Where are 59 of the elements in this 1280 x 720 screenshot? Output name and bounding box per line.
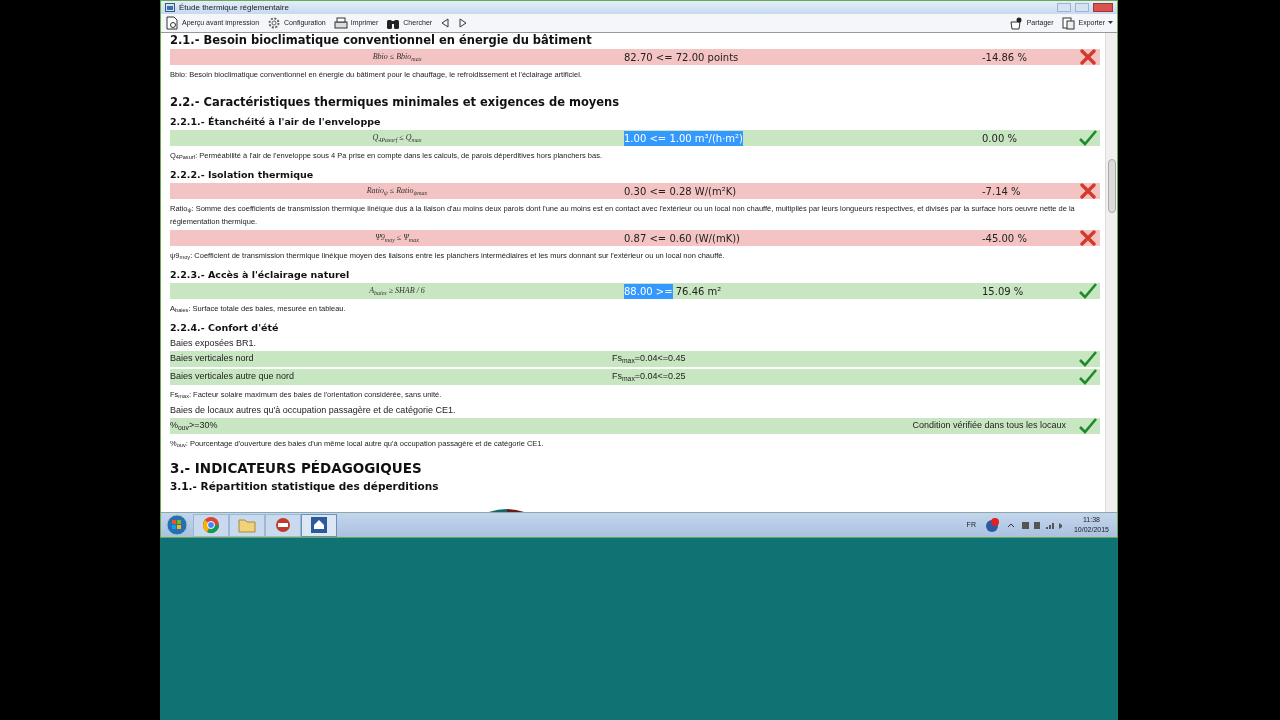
browser-icon	[202, 516, 220, 534]
taskbar-button[interactable]	[193, 513, 229, 537]
section-heading: 3.- INDICATEURS PÉDAGOGIQUES	[170, 460, 423, 476]
row-label: %$_{ouv}$>=30%	[170, 419, 219, 433]
folder-icon	[238, 516, 256, 534]
value-text: 1.00 <= 1.00 m³/(h·m²)	[624, 130, 743, 146]
forward-arrow-icon	[458, 18, 469, 28]
value-text: Fs$_{max}$=0.04<=0.45	[612, 352, 687, 366]
scrollbar[interactable]	[1105, 33, 1117, 512]
row-label: Baies verticales autre que nord	[170, 370, 296, 384]
value-text: 0.87 <= 0.60 (W/(mK))	[624, 231, 740, 246]
settings-icon	[267, 16, 282, 30]
subsection-heading: 2.2.2.- Isolation thermique	[170, 168, 315, 181]
value-text: 88.00 >=	[624, 283, 673, 299]
row-label: Baies verticales nord	[170, 352, 255, 366]
percent-text: 15.09 %	[982, 284, 1025, 299]
caret-icon	[1108, 21, 1113, 25]
check-icon	[1079, 418, 1097, 434]
warning-icon	[983, 517, 1000, 533]
check-icon	[1079, 130, 1097, 146]
body-text: Baies de locaux autres qu'à occupation passagère et de catégorie CE1.	[170, 405, 457, 416]
cross-icon	[1080, 49, 1096, 65]
formula-text: Ratio$_{ψ}$ ≤ Ratio$_{ψmax}$	[366, 185, 428, 197]
formula-text: Bbio ≤ Bbio$_{max}$	[372, 51, 422, 63]
check-icon	[1079, 283, 1097, 299]
taskbar-button[interactable]	[265, 513, 301, 537]
window-title: Étude thermique réglementaire	[179, 1, 289, 14]
check-icon	[1079, 369, 1097, 385]
start-button-icon	[166, 514, 188, 536]
cross-icon	[1080, 183, 1096, 199]
check-icon	[1079, 351, 1097, 367]
back-arrow-icon	[440, 18, 451, 28]
section-heading: 2.2.- Caractéristiques thermiques minimales et exigences de moyens	[170, 95, 621, 109]
value-text: Fs$_{max}$=0.04<=0.25	[612, 370, 687, 384]
value-text: 0.30 <= 0.28 W/(m²K)	[624, 184, 737, 199]
percent-text: 0.00 %	[982, 131, 1018, 146]
close-button[interactable]	[1093, 3, 1113, 12]
body-text: Baies exposées BR1.	[170, 338, 258, 349]
app-icon	[274, 516, 292, 534]
maximize-button[interactable]	[1075, 3, 1089, 12]
result-text: Condition vérifiée dans tous les locaux	[912, 419, 1067, 433]
minimize-button[interactable]	[1057, 3, 1071, 12]
percent-text: -7.14 %	[982, 184, 1022, 199]
value-text: 82.70 <= 72.00 points	[624, 50, 739, 65]
percent-text: -45.00 %	[982, 231, 1028, 246]
percent-text: -14.86 %	[982, 50, 1028, 65]
subsection-heading: 2.2.4.- Confort d'été	[170, 321, 280, 334]
section-heading: 3.1.- Répartition statistique des déperditions	[170, 479, 440, 493]
cross-icon	[1080, 230, 1096, 246]
subsection-heading: 2.2.1.- Étanchéité à l'air de l'enveloppe	[170, 115, 382, 128]
section-heading: 2.1.- Besoin bioclimatique conventionnel en énergie du bâtiment	[170, 33, 593, 47]
formula-text: Ψ9$_{moy}$ ≤ Ψ$_{max}$	[375, 232, 419, 244]
taskbar-button[interactable]	[301, 513, 337, 537]
app-icon	[165, 3, 175, 12]
subsection-heading: 2.2.3.- Accès à l'éclairage naturel	[170, 268, 351, 281]
house-icon	[310, 516, 328, 534]
formula-text: A$_{baies}$ ≥ SHAB / 6	[369, 285, 425, 297]
formula-text: Q$_{4Pasurf}$ ≤ Q$_{max}$	[372, 132, 422, 144]
value-text: 76.46 m²	[674, 284, 722, 299]
